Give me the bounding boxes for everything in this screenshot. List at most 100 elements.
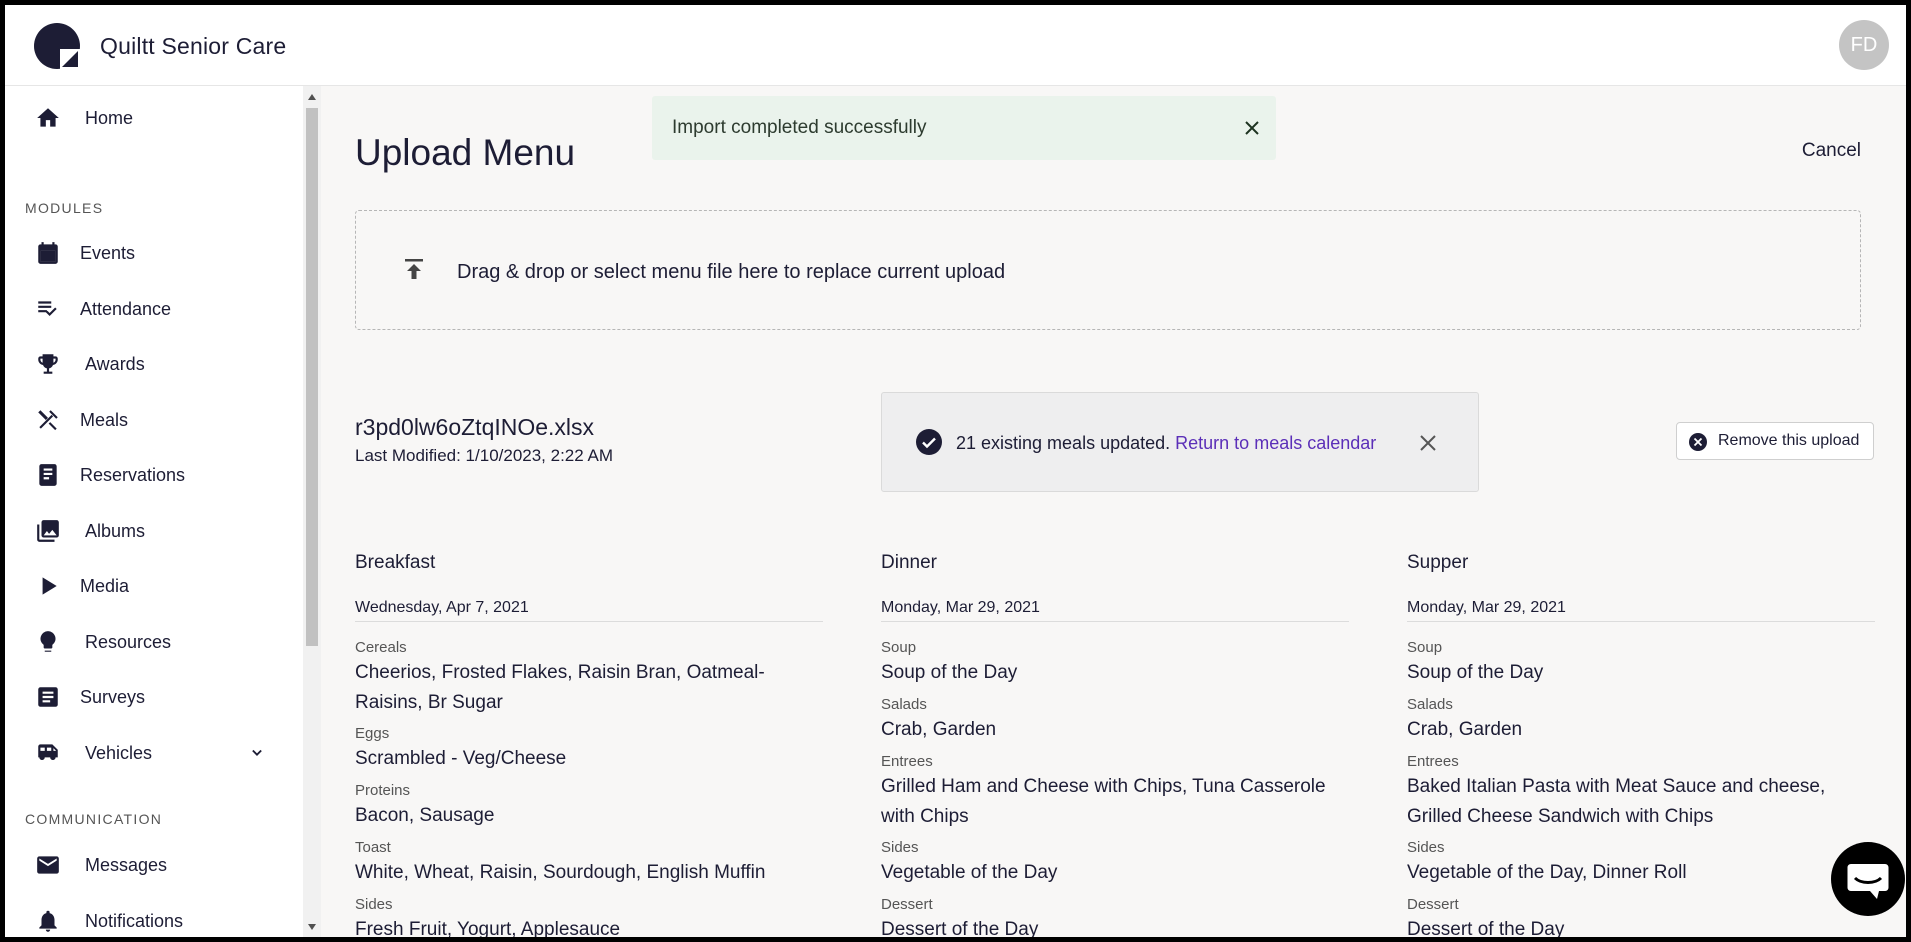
meal-date: Wednesday, Apr 7, 2021 [355,599,823,622]
meal-date: Monday, Mar 29, 2021 [881,599,1349,622]
category-label: Soup [881,639,917,656]
cancel-circle-icon [1689,433,1707,451]
checklist-icon [38,301,57,317]
sidebar-item-events[interactable]: Events [5,231,295,275]
scroll-thumb[interactable] [306,108,318,646]
chat-icon [1847,864,1889,899]
sidebar-item-messages[interactable]: Messages [5,843,295,887]
lightbulb-icon [40,631,56,652]
close-icon[interactable] [1417,432,1439,454]
category-items: Dessert of the Day [881,919,1039,937]
mail-icon [37,856,59,874]
category-label: Dessert [1407,896,1459,913]
trophy-icon [38,354,58,374]
home-icon [37,108,59,127]
sidebar-item-label: Notifications [85,910,184,931]
status-text: 21 existing meals updated. Return to mea… [956,433,1376,454]
remove-upload-label: Remove this upload [1718,432,1860,449]
category-items: Grilled Ham and Cheese with Chips, Tuna … [881,776,1326,827]
category-label: Sides [881,839,919,856]
close-icon[interactable] [1242,118,1262,138]
brand-name[interactable]: Quiltt Senior Care [100,33,286,60]
toast-message: Import completed successfully [672,117,927,138]
sidebar-item-label: Home [85,107,134,128]
communication-heading: COMMUNICATION [25,811,163,827]
survey-icon [38,687,58,707]
category-label: Entrees [1407,753,1459,770]
play-icon [42,577,57,595]
sidebar: Home MODULES Events Attendance Awards Me… [5,86,303,937]
dropzone-text: Drag & drop or select menu file here to … [457,261,1006,283]
return-to-calendar-link[interactable]: Return to meals calendar [1175,433,1376,453]
upload-icon [405,259,423,279]
sidebar-item-home[interactable]: Home [5,96,295,140]
category-items: Vegetable of the Day [881,862,1058,883]
sidebar-item-label: Media [80,575,130,596]
sidebar-item-label: Meals [80,409,129,430]
meal-column-title: Breakfast [355,552,436,573]
sidebar-item-label: Attendance [80,298,172,319]
scroll-up-arrow[interactable] [308,94,316,100]
category-items: Crab, Garden [881,719,997,740]
sidebar-item-label: Resources [85,631,172,652]
file-dropzone[interactable]: Drag & drop or select menu file here to … [355,210,1861,330]
sidebar-item-notifications[interactable]: Notifications [5,899,295,937]
scroll-down-arrow[interactable] [308,924,316,930]
avatar[interactable]: FD [1839,20,1889,70]
sidebar-item-label: Events [80,242,136,263]
category-items: Soup of the Day [881,662,1018,683]
sidebar-item-label: Awards [85,353,145,374]
sidebar-item-vehicles[interactable]: Vehicles [5,731,295,775]
top-bar: Quiltt Senior Care FD [5,5,1906,86]
category-label: Cereals [355,639,407,656]
remove-upload-button[interactable]: Remove this upload [1676,422,1874,460]
sidebar-item-meals[interactable]: Meals [5,398,295,442]
sidebar-item-surveys[interactable]: Surveys [5,675,295,719]
success-toast: Import completed successfully [652,96,1276,160]
category-label: Toast [355,839,391,856]
update-status-box: 21 existing meals updated. Return to mea… [881,392,1479,492]
category-items: Bacon, Sausage [355,805,495,826]
bus-icon [38,744,58,761]
category-items: Crab, Garden [1407,719,1523,740]
sidebar-scrollbar[interactable] [303,86,321,937]
sidebar-item-reservations[interactable]: Reservations [5,453,295,497]
category-items: Cheerios, Frosted Flakes, Raisin Bran, O… [355,662,765,713]
file-name: r3pd0lw6oZtqINOe.xlsx [355,414,595,440]
quiltt-logo[interactable] [34,23,80,69]
sidebar-item-label: Vehicles [85,742,153,763]
meal-column-title: Dinner [881,552,937,573]
category-label: Salads [1407,696,1453,713]
sidebar-item-awards[interactable]: Awards [5,342,295,386]
category-label: Salads [881,696,927,713]
book-icon [39,464,57,486]
chat-button[interactable] [1831,842,1905,916]
category-items: Soup of the Day [1407,662,1544,683]
sidebar-item-label: Reservations [80,464,186,485]
bell-icon [39,910,57,932]
cancel-button[interactable]: Cancel [1802,140,1861,162]
sidebar-item-attendance[interactable]: Attendance [5,287,295,331]
page-title: Upload Menu [355,132,576,173]
category-label: Sides [355,896,393,913]
sidebar-item-resources[interactable]: Resources [5,620,295,664]
meal-column-title: Supper [1407,552,1469,573]
category-items: Baked Italian Pasta with Meat Sauce and … [1407,776,1826,827]
category-items: Vegetable of the Day, Dinner Roll [1407,862,1687,883]
file-modified: Last Modified: 1/10/2023, 2:22 AM [355,446,614,465]
chevron-down-icon[interactable] [247,743,267,763]
category-items: Scrambled - Veg/Cheese [355,748,567,769]
category-items: White, Wheat, Raisin, Sourdough, English… [355,862,766,883]
modules-heading: MODULES [25,200,104,216]
category-label: Soup [1407,639,1443,656]
sidebar-item-media[interactable]: Media [5,564,295,608]
check-circle-icon [916,429,942,455]
category-label: Eggs [355,725,390,742]
meal-date: Monday, Mar 29, 2021 [1407,599,1875,622]
category-label: Sides [1407,839,1445,856]
sidebar-item-albums[interactable]: Albums [5,509,295,553]
calendar-icon [38,242,58,264]
sidebar-item-label: Surveys [80,686,146,707]
utensils-icon [38,410,58,431]
photo-library-icon [37,520,59,542]
